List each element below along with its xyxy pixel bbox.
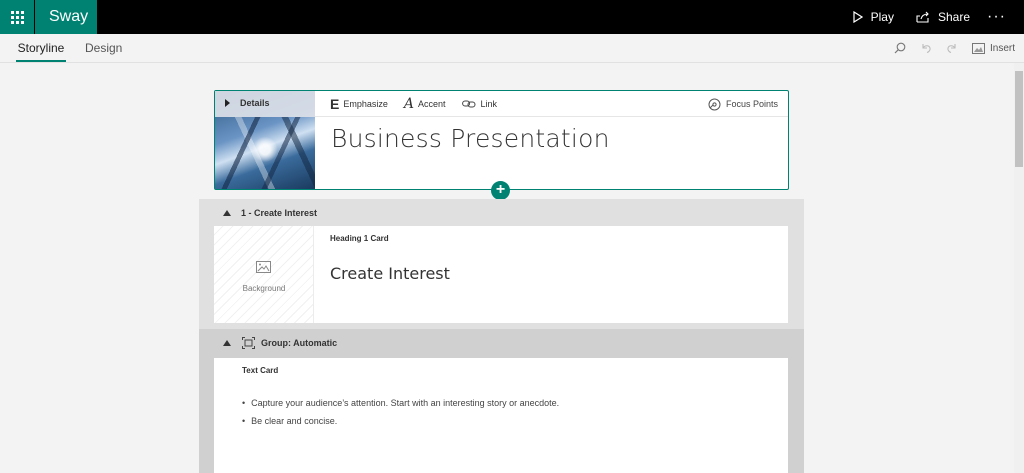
group-title: Group: Automatic <box>261 337 338 348</box>
heading-text[interactable]: Create Interest <box>330 264 450 283</box>
title-card[interactable]: Details E Emphasize A Accent Link Focus … <box>214 90 789 190</box>
format-toolbar: E Emphasize A Accent Link Focus Points <box>315 91 788 117</box>
redo-icon[interactable] <box>946 42 958 54</box>
emphasize-label: Emphasize <box>343 98 388 109</box>
focus-points-label: Focus Points <box>725 99 778 109</box>
play-icon <box>853 11 863 23</box>
more-options-icon[interactable]: ··· <box>981 0 1024 34</box>
collapse-arrow-icon[interactable] <box>223 339 231 346</box>
section-create-interest: 1 - Create Interest Background Heading 1… <box>199 199 804 329</box>
presentation-title[interactable]: Business Presentation <box>331 124 610 153</box>
group-icon <box>242 336 255 349</box>
bullet-list[interactable]: • Capture your audience’s attention. Star… <box>242 398 559 434</box>
bullet-text: Capture your audience’s attention. Start… <box>251 398 560 408</box>
scrollbar-thumb[interactable] <box>1015 71 1023 167</box>
focus-points-button[interactable]: Focus Points <box>708 91 778 117</box>
text-card[interactable]: Text Card • Capture your audience’s atten… <box>214 358 788 473</box>
accent-label: Accent <box>418 98 446 109</box>
emphasize-icon: E <box>330 95 340 112</box>
insert-label: Insert <box>989 42 1015 54</box>
section-title: 1 - Create Interest <box>241 207 318 218</box>
bullet-icon: • <box>242 398 246 408</box>
link-label: Link <box>480 98 498 109</box>
accent-icon: A <box>403 95 414 112</box>
card-type-label: Text Card <box>242 366 279 375</box>
link-button[interactable]: Link <box>461 98 498 109</box>
section-header[interactable]: 1 - Create Interest <box>199 199 804 226</box>
app-launcher-button[interactable] <box>0 0 34 34</box>
title-background-image[interactable]: Details <box>215 91 315 189</box>
list-item[interactable]: • Be clear and concise. <box>242 416 559 426</box>
add-card-button[interactable]: + <box>491 181 510 200</box>
link-icon <box>461 100 476 107</box>
bullet-text: Be clear and concise. <box>251 416 338 426</box>
app-name[interactable]: Sway <box>35 0 97 34</box>
bullet-icon: • <box>242 416 246 426</box>
share-icon <box>916 11 929 23</box>
tab-design[interactable]: Design <box>85 34 122 62</box>
collapse-arrow-icon[interactable] <box>223 209 231 216</box>
view-tabs-bar: Storyline Design Insert <box>0 34 1024 63</box>
play-label: Play <box>870 10 894 24</box>
header-actions: Play Share ··· <box>842 0 1024 34</box>
background-placeholder[interactable]: Background <box>214 226 314 323</box>
heading-card[interactable]: Background Heading 1 Card Create Interes… <box>214 226 788 323</box>
expand-arrow-icon <box>225 99 230 107</box>
list-item[interactable]: • Capture your audience’s attention. Star… <box>242 398 559 408</box>
share-label: Share <box>937 10 971 24</box>
share-button[interactable]: Share <box>905 0 981 34</box>
skyscraper-image <box>215 117 315 189</box>
details-toggle[interactable]: Details <box>225 98 270 108</box>
storyline-toolbar: Insert <box>880 34 1015 62</box>
search-icon[interactable] <box>894 42 906 54</box>
details-label: Details <box>240 98 270 108</box>
emphasize-button[interactable]: E Emphasize <box>330 96 388 112</box>
app-header: Sway Play Share ··· <box>0 0 1024 34</box>
card-type-label: Heading 1 Card <box>330 234 389 243</box>
image-icon <box>256 261 271 273</box>
waffle-icon <box>10 10 24 24</box>
group-header[interactable]: Group: Automatic <box>199 329 804 356</box>
play-button[interactable]: Play <box>842 0 905 34</box>
tab-storyline[interactable]: Storyline <box>16 34 66 62</box>
undo-icon[interactable] <box>920 42 932 54</box>
accent-button[interactable]: A Accent <box>404 96 446 112</box>
group-automatic: Group: Automatic Text Card • Capture your… <box>199 329 804 473</box>
background-label: Background <box>242 284 286 293</box>
insert-image-icon <box>971 42 985 54</box>
focus-points-icon <box>708 98 721 110</box>
vertical-scrollbar[interactable] <box>1014 63 1024 473</box>
insert-button[interactable]: Insert <box>971 42 1015 54</box>
